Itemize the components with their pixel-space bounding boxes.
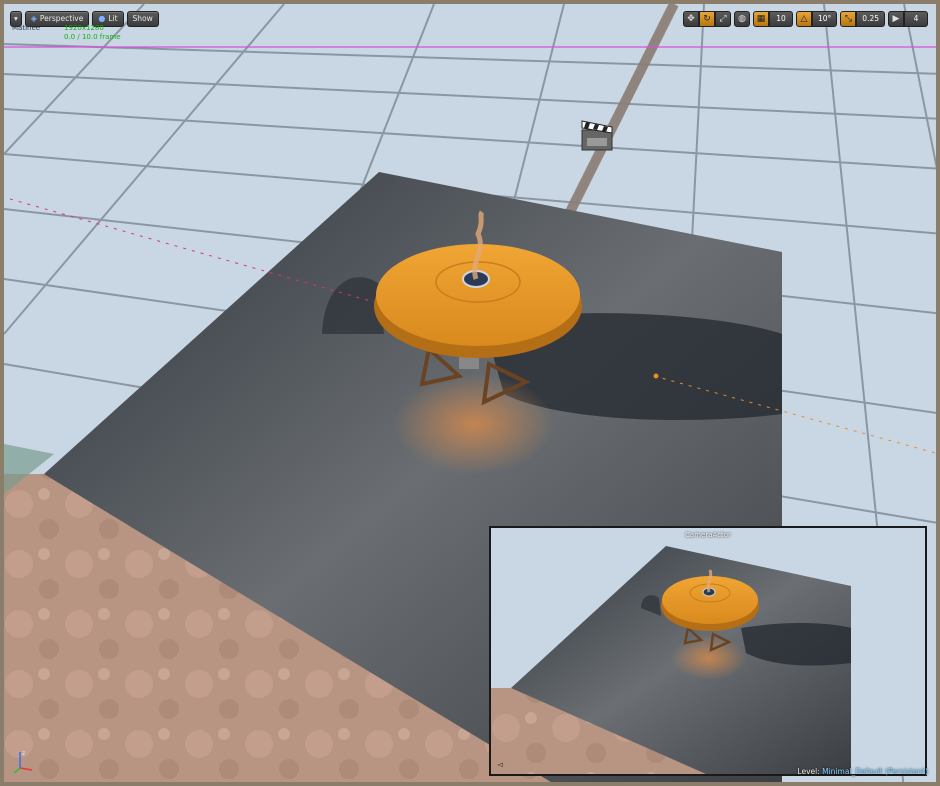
light-glow	[394, 374, 554, 474]
scale-snap-icon[interactable]: ⤡	[840, 11, 857, 27]
show-button[interactable]: Show	[126, 11, 159, 27]
camera-speed-value[interactable]: 4	[904, 11, 928, 27]
level-indicator: Level: Minimal_Default (Persistent)	[797, 767, 928, 776]
scale-icon[interactable]: ⤢	[715, 11, 731, 27]
world-icon[interactable]: ◍	[734, 11, 750, 27]
preview-title: CameraActor	[685, 531, 731, 539]
level-viewport[interactable]: ▾ ◈ Perspective ● Lit Show 1920x1280 Mat…	[0, 0, 940, 786]
camera-speed-icon[interactable]: ▶	[888, 11, 904, 27]
rotate-icon[interactable]: ↻	[699, 11, 715, 27]
level-label: Level:	[797, 767, 820, 776]
viewport-toolbar-right: ✥ ↻ ⤢ ◍ ▦ 10 △ 10° ⤡ 0.25 ▶ 4	[683, 11, 928, 27]
frame-readout: 0.0 / 10.0 frame	[64, 33, 121, 41]
move-icon[interactable]: ✥	[683, 11, 699, 27]
rotation-snap-value[interactable]: 10°	[812, 11, 838, 27]
grid-snap-icon[interactable]: ▦	[753, 11, 769, 27]
camera-preview-scene	[491, 528, 925, 774]
rotation-snap-icon[interactable]: △	[796, 11, 812, 27]
grid-snap-value[interactable]: 10	[769, 11, 793, 27]
axis-z-label: z	[22, 750, 25, 757]
camera-preview-window: CameraActor ◅	[489, 526, 927, 776]
axis-gizmo: z	[13, 750, 33, 774]
level-name: Minimal_Default (Persistent)	[822, 767, 928, 776]
viewport-stats: 1920x1280 Matinee 0.0 / 10.0 frame	[12, 24, 121, 42]
scale-snap-value[interactable]: 0.25	[856, 11, 885, 27]
show-label: Show	[132, 14, 153, 23]
speaker-icon[interactable]: ◅	[497, 760, 503, 769]
